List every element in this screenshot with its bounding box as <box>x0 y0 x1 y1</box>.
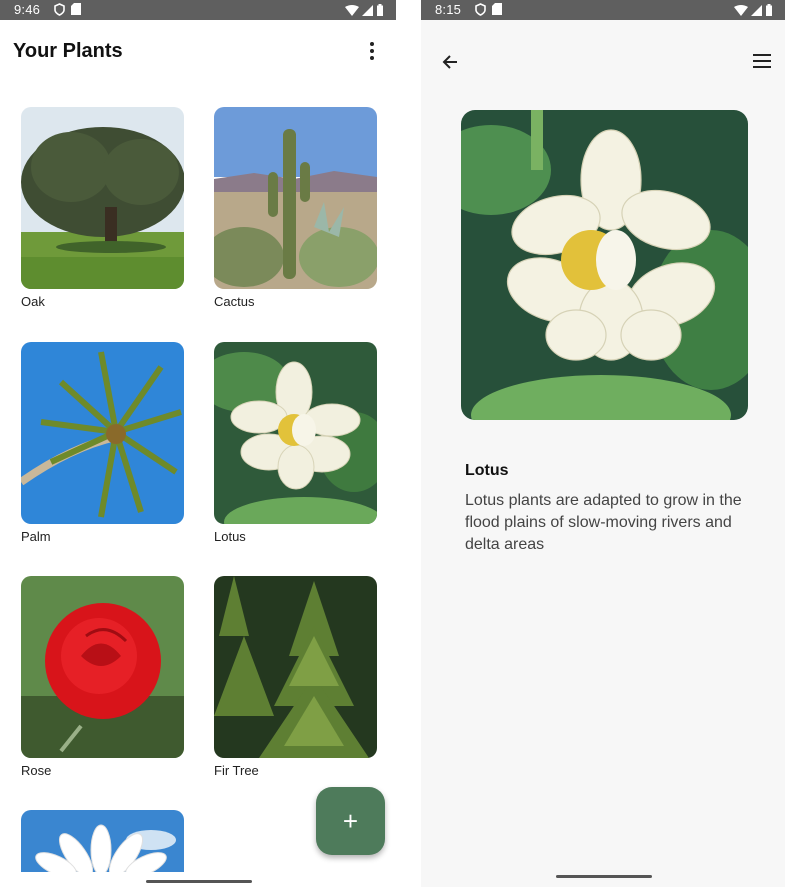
plant-detail-screen: 8:15 Lotus Lotus plants are adapted to g… <box>421 0 785 887</box>
home-indicator[interactable] <box>556 875 652 878</box>
plant-card-fir-tree[interactable]: Fir Tree <box>214 576 377 778</box>
signal-icon <box>751 4 762 16</box>
plant-card-cactus[interactable]: Cactus <box>214 107 377 309</box>
plant-name: Lotus <box>214 529 246 544</box>
plant-image <box>214 107 377 289</box>
status-time: 8:15 <box>435 2 462 17</box>
menu-icon[interactable] <box>753 54 771 70</box>
back-arrow-icon[interactable] <box>439 51 461 73</box>
plant-title: Lotus <box>465 462 509 479</box>
vpn-key-icon <box>475 3 486 16</box>
plant-image <box>21 576 184 758</box>
plant-image <box>21 107 184 289</box>
plant-image <box>214 576 377 758</box>
signal-icon <box>362 4 373 16</box>
plant-description: Lotus plants are adapted to grow in the … <box>465 492 742 553</box>
wifi-icon <box>734 4 748 16</box>
sd-card-icon <box>492 3 502 15</box>
page-title: Your Plants <box>13 40 123 62</box>
add-plant-button[interactable]: + <box>316 787 385 855</box>
vpn-key-icon <box>54 3 65 16</box>
plant-name: Cactus <box>214 294 255 309</box>
plant-card-daisy[interactable] <box>21 810 184 872</box>
sd-card-icon <box>71 3 81 15</box>
plant-image <box>21 342 184 524</box>
battery-icon <box>377 4 383 16</box>
plant-name: Fir Tree <box>214 763 259 778</box>
status-bar: 9:46 <box>0 0 396 20</box>
plant-name: Palm <box>21 529 51 544</box>
plant-list-screen: 9:46 Your Plants Oak Cactus Palm Lotus R… <box>0 0 396 887</box>
plant-image <box>214 342 377 524</box>
wifi-icon <box>345 4 359 16</box>
plant-image <box>21 810 184 872</box>
home-indicator[interactable] <box>146 880 252 883</box>
status-time: 9:46 <box>14 2 41 17</box>
detail-image <box>461 110 748 420</box>
plant-card-palm[interactable]: Palm <box>21 342 184 544</box>
plant-name: Oak <box>21 294 45 309</box>
plant-card-oak[interactable]: Oak <box>21 107 184 309</box>
more-vert-icon[interactable] <box>364 42 380 64</box>
status-bar: 8:15 <box>421 0 785 20</box>
battery-icon <box>766 4 772 16</box>
plant-card-lotus[interactable]: Lotus <box>214 342 377 544</box>
add-icon: + <box>342 805 359 836</box>
plant-name: Rose <box>21 763 52 778</box>
plant-card-rose[interactable]: Rose <box>21 576 184 778</box>
